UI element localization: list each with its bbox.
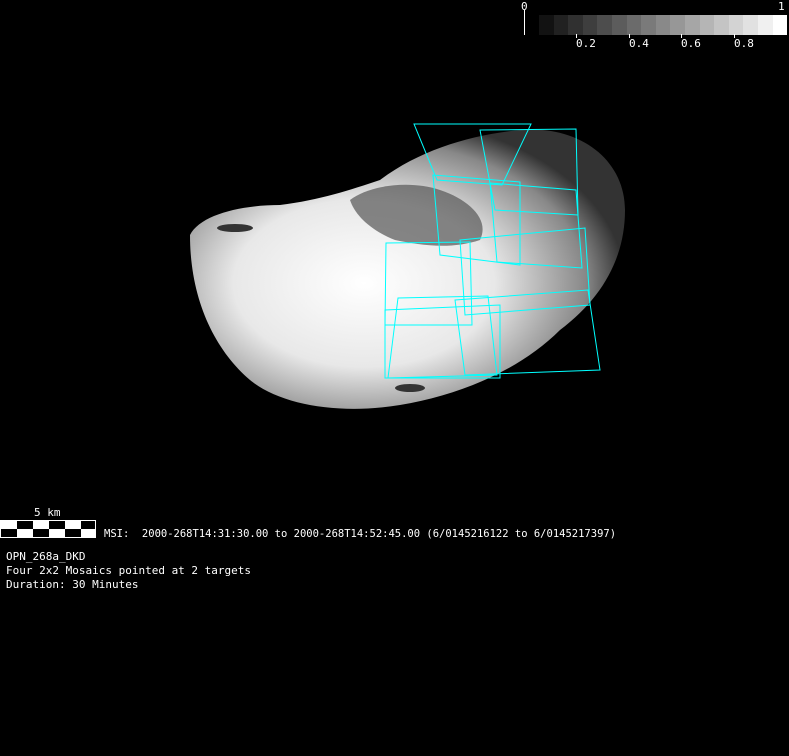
msi-time-range: MSI: 2000-268T14:31:30.00 to 2000-268T14… [104,528,617,540]
asteroid-view [190,123,625,409]
colorbar-step [728,15,744,35]
colorbar [539,15,788,35]
asteroid-shape [190,129,625,409]
observation-description: Four 2x2 Mosaics pointed at 2 targets [6,564,252,577]
colorbar-axis [524,10,525,35]
colorbar-step [655,15,671,35]
colorbar-step [670,15,685,35]
colorbar-step [699,15,715,35]
observation-duration: Duration: 30 Minutes [6,578,139,591]
colorbar-step [568,15,583,35]
colorbar-step [714,15,729,35]
colorbar-step [582,15,598,35]
colorbar-step [772,15,788,35]
colorbar-tick-label: 0.8 [734,37,754,50]
colorbar-step [684,15,700,35]
observation-name: OPN_268a_DKD [6,550,86,563]
colorbar-step [539,15,554,35]
colorbar-step [743,15,758,35]
colorbar-step [757,15,773,35]
colorbar-step [641,15,656,35]
colorbar-tick-label: 0.6 [681,37,701,50]
scale-bar-label: 5 km [34,506,61,519]
colorbar-tick-label: 0.2 [576,37,596,50]
scale-bar [0,520,96,538]
colorbar-step [611,15,627,35]
asteroid-crater [395,384,425,392]
colorbar-tick-label: 0.4 [629,37,649,50]
asteroid-crater [217,224,253,232]
colorbar-step [553,15,569,35]
colorbar-step [626,15,642,35]
colorbar-step [597,15,612,35]
colorbar-max-label: 1 [778,0,785,13]
